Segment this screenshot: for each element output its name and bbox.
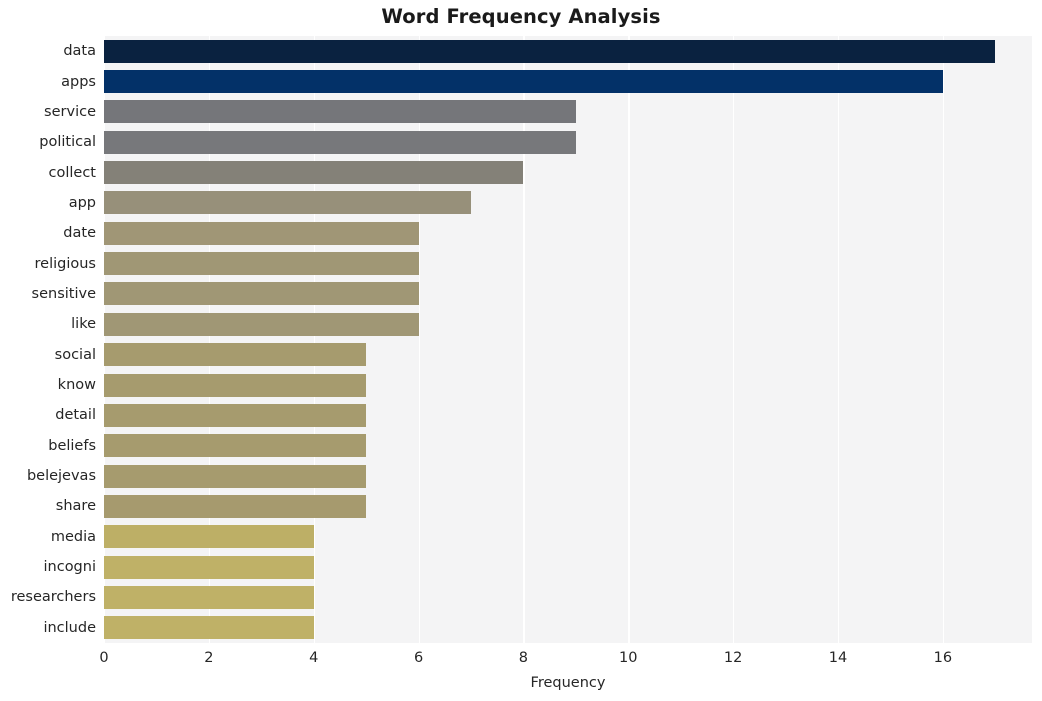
x-tick-label-16: 16 bbox=[933, 650, 953, 666]
x-tick-label-4: 4 bbox=[309, 650, 319, 666]
bar-researchers bbox=[104, 585, 314, 609]
x-axis-label: Frequency bbox=[530, 675, 606, 691]
bar-political bbox=[104, 130, 576, 154]
y-tick-label-share: share bbox=[55, 498, 96, 515]
gridline-x-4 bbox=[313, 36, 315, 643]
y-tick-label-collect: collect bbox=[48, 164, 96, 181]
bar-like bbox=[104, 312, 419, 336]
x-tick-label-14: 14 bbox=[828, 650, 848, 666]
y-tick-label-include: include bbox=[43, 619, 96, 636]
y-tick-label-apps: apps bbox=[61, 73, 96, 90]
y-tick-label-detail: detail bbox=[55, 407, 96, 424]
gridline-x-16 bbox=[942, 36, 945, 643]
chart-title: Word Frequency Analysis bbox=[381, 5, 661, 28]
bar-belejevas bbox=[104, 464, 367, 488]
bar-know bbox=[104, 373, 367, 397]
bar-app bbox=[104, 191, 471, 215]
x-axis-tick-labels: 0 2 4 6 8 10 12 14 16 bbox=[0, 650, 1042, 670]
chart-figure: Word Frequency Analysis data apps service p… bbox=[0, 0, 1042, 701]
gridline-x-2 bbox=[208, 36, 211, 643]
x-tick-label-0: 0 bbox=[99, 650, 109, 666]
y-tick-label-religious: religious bbox=[34, 255, 96, 272]
x-tick-label-2: 2 bbox=[204, 650, 214, 666]
y-tick-label-beliefs: beliefs bbox=[48, 437, 96, 454]
bar-service bbox=[104, 100, 576, 124]
gridline-x-6 bbox=[418, 36, 420, 643]
bar-collect bbox=[104, 161, 524, 185]
bar-share bbox=[104, 494, 367, 518]
y-tick-label-media: media bbox=[50, 528, 96, 545]
y-tick-label-researchers: researchers bbox=[10, 589, 96, 606]
y-tick-label-service: service bbox=[44, 103, 96, 120]
gridline-x-0 bbox=[104, 36, 106, 643]
y-axis-tick-labels: data apps service political collect app date re… bbox=[0, 36, 96, 643]
y-tick-label-political: political bbox=[39, 134, 96, 151]
y-tick-label-app: app bbox=[68, 194, 96, 211]
bar-date bbox=[104, 221, 419, 245]
y-tick-label-belejevas: belejevas bbox=[26, 468, 96, 485]
y-tick-label-know: know bbox=[57, 377, 96, 394]
x-tick-label-10: 10 bbox=[619, 650, 638, 666]
x-tick-label-6: 6 bbox=[413, 650, 424, 666]
bar-include bbox=[104, 616, 314, 640]
y-tick-label-sensitive: sensitive bbox=[31, 285, 96, 302]
bar-apps bbox=[104, 70, 943, 94]
gridline-x-8 bbox=[523, 36, 525, 643]
bar-detail bbox=[104, 403, 367, 427]
gridline-x-10 bbox=[628, 36, 630, 643]
bar-incogni bbox=[104, 555, 314, 579]
y-tick-label-date: date bbox=[63, 225, 96, 242]
y-tick-label-incogni: incogni bbox=[43, 559, 97, 576]
bar-social bbox=[104, 343, 367, 367]
bar-religious bbox=[104, 252, 419, 276]
y-tick-label-like: like bbox=[71, 316, 96, 333]
bar-beliefs bbox=[104, 434, 367, 458]
y-tick-label-social: social bbox=[54, 346, 96, 363]
gridline-x-14 bbox=[838, 36, 840, 643]
x-tick-label-8: 8 bbox=[518, 650, 529, 666]
x-tick-label-12: 12 bbox=[723, 650, 743, 666]
gridline-x-12 bbox=[733, 36, 735, 643]
plot-area bbox=[104, 36, 1032, 643]
bar-media bbox=[104, 525, 314, 549]
bar-sensitive bbox=[104, 282, 419, 306]
bar-data bbox=[104, 39, 996, 63]
y-tick-label-data: data bbox=[63, 43, 96, 60]
